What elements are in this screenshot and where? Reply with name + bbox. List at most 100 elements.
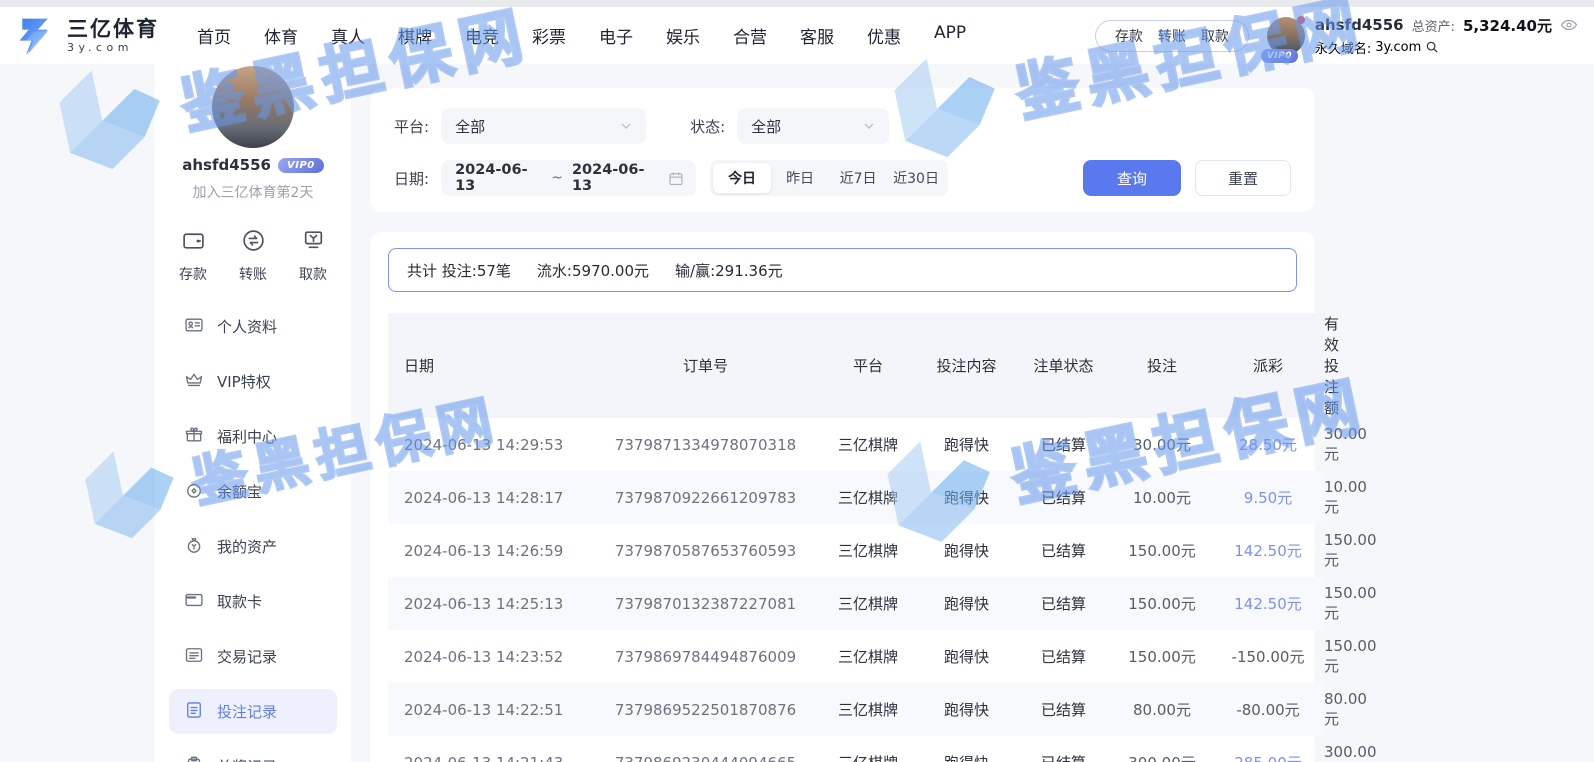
sidebar-item-withdraw-card[interactable]: 取款卡: [169, 579, 337, 624]
header-avatar[interactable]: VIP0: [1267, 17, 1305, 55]
cell-bet-amount: 10.00元: [1112, 471, 1212, 524]
domain-label: 永久域名:: [1315, 38, 1371, 57]
table-row: 2024-06-13 14:23:527379869784494876009三亿…: [388, 630, 1324, 683]
sidebar-item-assets[interactable]: 我的资产: [169, 524, 337, 569]
clipboard-icon: [184, 700, 204, 724]
cell-bet-content: 跑得快: [918, 736, 1015, 762]
nav-item-首页[interactable]: 首页: [197, 23, 231, 48]
nav-item-客服[interactable]: 客服: [800, 23, 834, 48]
date-from: 2024-06-13: [455, 162, 542, 194]
table-body: 2024-06-13 14:29:537379871334978070318三亿…: [388, 418, 1324, 762]
summary-turnover: 流水:5970.00元: [537, 260, 649, 281]
status-label: 状态:: [690, 116, 725, 137]
table-row: 2024-06-13 14:25:137379870132387227081三亿…: [388, 577, 1324, 630]
sidebar-item-vip[interactable]: VIP特权: [169, 359, 337, 404]
date-label: 日期:: [394, 168, 429, 189]
nav-item-彩票[interactable]: 彩票: [532, 23, 566, 48]
cell-bet-content: 跑得快: [918, 418, 1015, 471]
top-strip: [0, 0, 1594, 7]
site-logo[interactable]: 三亿体育 3y.com: [14, 15, 159, 57]
cell-platform: 三亿棋牌: [818, 683, 918, 736]
range-近7日[interactable]: 近7日: [829, 163, 887, 193]
cell-bet-amount: 150.00元: [1112, 577, 1212, 630]
gift-icon: [184, 425, 204, 449]
status-select[interactable]: 全部: [737, 108, 889, 144]
notification-dot: [1297, 16, 1305, 24]
top-nav-bar: 三亿体育 3y.com 首页 体育 真人 棋牌 电竞 彩票 电子 娱乐 合营 客服 优惠 APP 存款…: [0, 0, 1594, 64]
search-button[interactable]: 查询: [1083, 160, 1181, 196]
sidebar-item-redeem-records[interactable]: 兑奖记录: [169, 744, 337, 762]
wallet-action-转账[interactable]: 转账: [1158, 26, 1186, 46]
table-row: 2024-06-13 14:26:597379870587653760593三亿…: [388, 524, 1324, 577]
cell-order-status: 已结算: [1015, 736, 1112, 762]
cell-payout: -150.00元: [1212, 630, 1324, 683]
col-header-平台: 平台: [818, 313, 918, 418]
brand-name: 三亿体育: [67, 18, 159, 41]
cell-date: 2024-06-13 14:22:51: [388, 683, 593, 736]
col-header-注单状态: 注单状态: [1015, 313, 1112, 418]
quick-action-withdraw[interactable]: 取款: [299, 228, 327, 284]
nav-item-真人[interactable]: 真人: [331, 23, 365, 48]
nav-item-体育[interactable]: 体育: [264, 23, 298, 48]
nav-item-电竞[interactable]: 电竞: [465, 23, 499, 48]
sidebar-item-welfare[interactable]: 福利中心: [169, 414, 337, 459]
cell-order-no: 7379870587653760593: [593, 524, 818, 577]
cell-order-status: 已结算: [1015, 471, 1112, 524]
sidebar-item-label: 余额宝: [217, 481, 262, 502]
search-icon[interactable]: [1425, 40, 1439, 54]
quick-action-deposit[interactable]: 存款: [179, 228, 207, 284]
main-nav: 首页 体育 真人 棋牌 电竞 彩票 电子 娱乐 合营 客服 优惠 APP: [197, 23, 966, 48]
nav-item-优惠[interactable]: 优惠: [867, 23, 901, 48]
cell-payout: 142.50元: [1212, 524, 1324, 577]
bet-summary: 共计 投注:57笔 流水:5970.00元 输/赢:291.36元: [388, 248, 1297, 292]
nav-item-娱乐[interactable]: 娱乐: [666, 23, 700, 48]
sidebar-item-profile[interactable]: 个人资料: [169, 304, 337, 349]
chevron-down-icon: [861, 118, 877, 134]
user-info: ahsfd4556 总资产: 5,324.40元 永久域名: 3y.com: [1315, 15, 1578, 57]
platform-select[interactable]: 全部: [441, 108, 646, 144]
wallet-action-取款[interactable]: 取款: [1201, 26, 1229, 46]
range-昨日[interactable]: 昨日: [771, 163, 829, 193]
nav-item-合营[interactable]: 合营: [733, 23, 767, 48]
range-近30日[interactable]: 近30日: [887, 163, 945, 193]
filter-buttons: 查询 重置: [1083, 160, 1291, 196]
table-row: 2024-06-13 14:22:517379869522501870876三亿…: [388, 683, 1324, 736]
cell-platform: 三亿棋牌: [818, 471, 918, 524]
quick-action-label: 存款: [179, 264, 207, 284]
sidebar-item-yuebao[interactable]: 余额宝: [169, 469, 337, 514]
range-今日[interactable]: 今日: [713, 163, 771, 193]
wallet-action-存款[interactable]: 存款: [1115, 26, 1143, 46]
cell-order-no: 7379869522501870876: [593, 683, 818, 736]
logo-mark: [14, 15, 58, 57]
sidebar-username: ahsfd4556: [182, 156, 271, 174]
date-range-input[interactable]: 2024-06-13 ~ 2024-06-13: [441, 160, 696, 196]
user-row-domain: 永久域名: 3y.com: [1315, 38, 1578, 57]
nav-item-棋牌[interactable]: 棋牌: [398, 23, 432, 48]
nav-item-APP[interactable]: APP: [934, 23, 966, 48]
table-row: 2024-06-13 14:21:437379869230444094665三亿…: [388, 736, 1324, 762]
quick-action-label: 取款: [299, 264, 327, 284]
summary-winloss: 输/赢:291.36元: [675, 260, 783, 281]
eye-icon[interactable]: [1560, 16, 1578, 34]
quick-action-transfer[interactable]: 转账: [239, 228, 267, 284]
join-days-text: 加入三亿体育第2天: [155, 182, 351, 202]
cell-bet-content: 跑得快: [918, 524, 1015, 577]
cell-platform: 三亿棋牌: [818, 577, 918, 630]
sidebar-item-label: VIP特权: [217, 371, 271, 392]
sidebar-item-bet-records[interactable]: 投注记录: [169, 689, 337, 734]
sidebar-user: ahsfd4556 VIP0: [155, 156, 351, 174]
bank-card-icon: [184, 590, 204, 614]
id-card-icon: [184, 315, 204, 339]
sidebar-item-transactions[interactable]: 交易记录: [169, 634, 337, 679]
reset-button[interactable]: 重置: [1195, 160, 1291, 196]
sidebar-item-label: 兑奖记录: [217, 756, 277, 762]
logo-text: 三亿体育 3y.com: [67, 18, 159, 54]
nav-item-电子[interactable]: 电子: [599, 23, 633, 48]
cell-order-status: 已结算: [1015, 577, 1112, 630]
cell-bet-amount: 30.00元: [1112, 418, 1212, 471]
date-to: 2024-06-13: [572, 162, 659, 194]
sidebar-item-label: 个人资料: [217, 316, 277, 337]
table-row: 2024-06-13 14:29:537379871334978070318三亿…: [388, 418, 1324, 471]
cell-order-status: 已结算: [1015, 683, 1112, 736]
cell-date: 2024-06-13 14:28:17: [388, 471, 593, 524]
